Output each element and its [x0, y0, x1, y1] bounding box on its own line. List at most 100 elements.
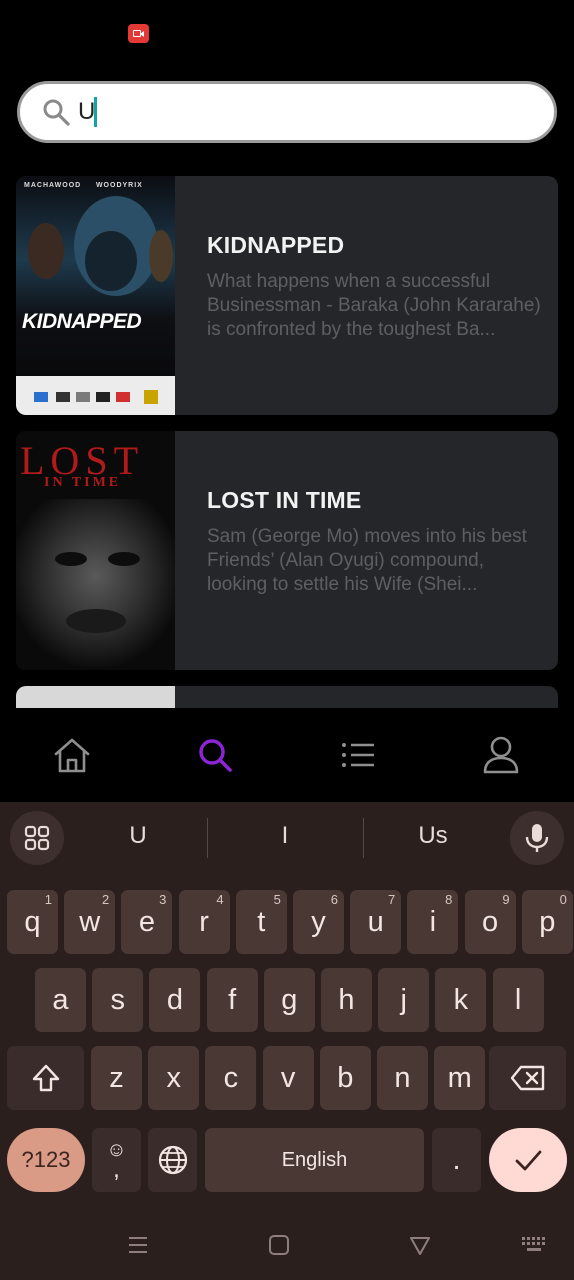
key-v[interactable]: v — [262, 1046, 314, 1110]
key-o[interactable]: o9 — [464, 890, 516, 954]
home-button-icon[interactable] — [268, 1234, 290, 1256]
emoji-comma-key[interactable]: ☺ , — [92, 1128, 141, 1192]
result-card-kidnapped[interactable]: MACHAWOOD WOODYRIX KIDNAPPED KIDNAPPED W… — [16, 176, 558, 415]
key-hint: 3 — [159, 892, 167, 907]
grid-icon — [24, 825, 50, 851]
text-caret — [94, 97, 97, 127]
voice-input-button[interactable] — [510, 811, 564, 865]
key-label: q — [24, 905, 41, 938]
nav-search[interactable] — [185, 730, 245, 780]
key-label: t — [257, 905, 266, 938]
key-d[interactable]: d — [149, 968, 201, 1032]
nav-list[interactable] — [328, 730, 388, 780]
key-c[interactable]: c — [205, 1046, 257, 1110]
comma-label: , — [113, 1156, 120, 1183]
poster-title: KIDNAPPED — [22, 310, 142, 333]
key-label: r — [199, 905, 209, 938]
key-x[interactable]: x — [148, 1046, 200, 1110]
bottom-navigation — [0, 708, 574, 802]
key-a[interactable]: a — [35, 968, 86, 1032]
system-navigation-bar — [0, 1210, 574, 1280]
poster-partial — [16, 686, 175, 708]
recent-apps-icon[interactable] — [127, 1234, 149, 1256]
key-n[interactable]: n — [377, 1046, 428, 1110]
key-hint: 7 — [387, 892, 396, 907]
language-key[interactable] — [148, 1128, 197, 1192]
key-p[interactable]: p0 — [521, 890, 573, 954]
suggestion-3[interactable]: Us — [373, 822, 493, 850]
poster-subtitle: IN TIME — [44, 475, 122, 490]
key-label: u — [367, 905, 384, 938]
key-h[interactable]: h — [321, 968, 372, 1032]
key-l[interactable]: l — [492, 968, 544, 1032]
key-w[interactable]: w2 — [64, 890, 116, 954]
poster-studio-text: MACHAWOOD WOODYRIX — [24, 182, 143, 189]
key-label: i — [429, 905, 437, 938]
microphone-icon — [525, 824, 549, 852]
key-y[interactable]: y6 — [293, 890, 344, 954]
key-z[interactable]: z — [91, 1046, 142, 1110]
result-card-lost-in-time[interactable]: LOST IN TIME LOST IN TIME Sam (George Mo… — [16, 431, 558, 670]
enter-key[interactable] — [489, 1128, 567, 1192]
suggestion-divider — [207, 818, 208, 858]
backspace-icon — [510, 1065, 544, 1091]
suggestion-2[interactable]: I — [225, 822, 345, 850]
key-hint: 5 — [273, 892, 281, 907]
nav-home[interactable] — [42, 730, 102, 780]
period-key[interactable]: . — [432, 1128, 481, 1192]
key-r[interactable]: r4 — [178, 890, 230, 954]
key-hint: 6 — [330, 892, 338, 907]
key-f[interactable]: f — [206, 968, 258, 1032]
result-description: What happens when a successful Businessm… — [207, 271, 541, 340]
key-m[interactable]: m — [434, 1046, 486, 1110]
key-label: e — [138, 905, 155, 938]
poster-kidnapped: MACHAWOOD WOODYRIX KIDNAPPED — [16, 176, 175, 415]
space-bar[interactable]: English — [205, 1128, 424, 1192]
home-icon — [54, 738, 90, 773]
shift-key[interactable] — [7, 1046, 84, 1110]
key-label: w — [79, 905, 101, 938]
poster-lost-in-time: LOST IN TIME — [16, 431, 175, 670]
key-hint: 2 — [101, 892, 110, 907]
result-title: KIDNAPPED — [207, 232, 345, 258]
key-label: p — [539, 905, 556, 938]
search-icon — [199, 739, 232, 772]
search-input[interactable] — [78, 94, 528, 130]
key-q[interactable]: q1 — [7, 890, 58, 954]
keyboard-apps-button[interactable] — [10, 811, 64, 865]
key-hint: 1 — [44, 892, 52, 907]
suggestion-divider — [363, 818, 364, 858]
symbols-key[interactable]: ?123 — [7, 1128, 85, 1192]
nav-profile[interactable] — [471, 730, 531, 780]
key-g[interactable]: g — [263, 968, 315, 1032]
key-i[interactable]: i8 — [407, 890, 459, 954]
globe-icon — [158, 1145, 187, 1175]
screen-record-icon — [128, 24, 149, 43]
key-hint: 4 — [216, 892, 224, 907]
key-e[interactable]: e3 — [121, 890, 173, 954]
key-j[interactable]: j — [378, 968, 430, 1032]
search-icon — [43, 99, 70, 126]
key-hint: 8 — [445, 892, 453, 907]
backspace-key[interactable] — [489, 1046, 566, 1110]
shift-icon — [32, 1064, 59, 1092]
key-label: y — [311, 905, 326, 938]
result-card-partial[interactable] — [16, 686, 558, 708]
soft-keyboard: U I Us ?123 ☺ , English . q 1 w 2 e 3 r … — [0, 802, 574, 1210]
key-t[interactable]: t5 — [235, 890, 287, 954]
keyboard-hide-icon[interactable] — [521, 1236, 547, 1254]
key-label: o — [482, 905, 499, 938]
key-u[interactable]: u7 — [350, 890, 402, 954]
key-hint: 0 — [559, 892, 567, 907]
checkmark-icon — [515, 1150, 542, 1171]
key-s[interactable]: s — [92, 968, 144, 1032]
back-icon[interactable] — [409, 1234, 431, 1256]
result-description: Sam (George Mo) moves into his best Frie… — [207, 526, 527, 595]
key-k[interactable]: k — [435, 968, 487, 1032]
result-title: LOST IN TIME — [207, 487, 362, 513]
profile-icon — [483, 736, 519, 774]
suggestion-1[interactable]: U — [78, 822, 198, 850]
list-icon — [342, 743, 374, 767]
key-hint: 9 — [502, 892, 510, 907]
key-b[interactable]: b — [319, 1046, 371, 1110]
